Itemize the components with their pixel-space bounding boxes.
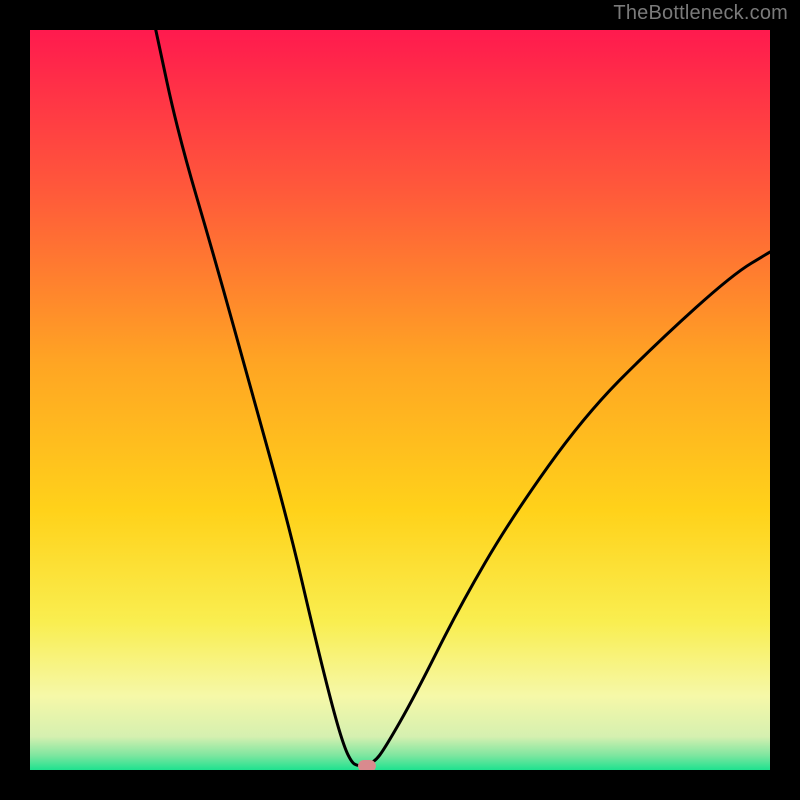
gradient-background (30, 30, 770, 770)
optimal-point-marker (358, 760, 376, 770)
watermark-text: TheBottleneck.com (613, 2, 788, 25)
plot-area (30, 30, 770, 770)
chart-svg (30, 30, 770, 770)
chart-frame: TheBottleneck.com (0, 0, 800, 800)
